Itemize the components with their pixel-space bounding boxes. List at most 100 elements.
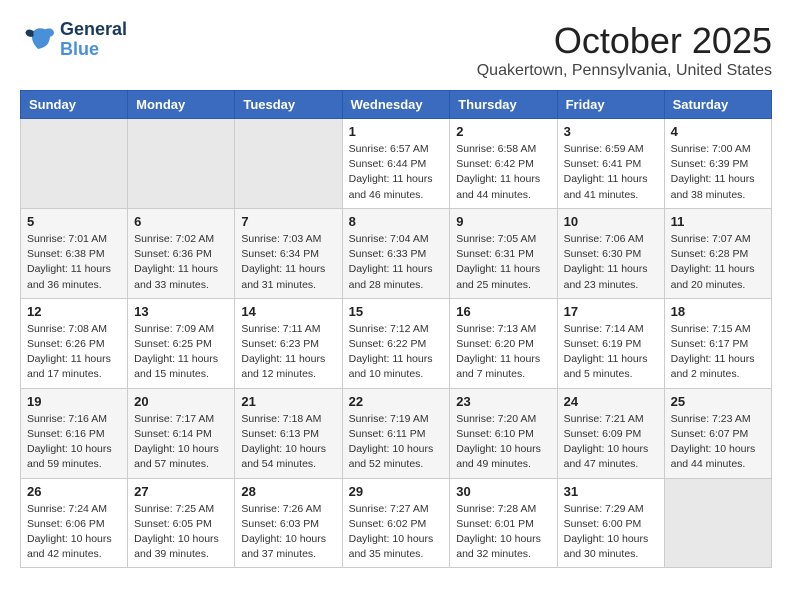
calendar-cell: 13Sunrise: 7:09 AM Sunset: 6:25 PM Dayli… [128,298,235,388]
calendar-cell: 4 Sunrise: 7:00 AM Sunset: 6:39 PM Daylig… [664,119,771,209]
calendar-cell: 5Sunrise: 7:01 AM Sunset: 6:38 PM Daylig… [21,208,128,298]
day-info: Sunrise: 6:58 AM Sunset: 6:42 PM Dayligh… [456,142,550,203]
day-number: 24 [564,394,658,409]
day-info: Sunrise: 7:03 AM Sunset: 6:34 PM Dayligh… [241,232,335,293]
day-info: Sunrise: 7:27 AM Sunset: 6:02 PM Dayligh… [349,502,444,563]
day-info: Sunrise: 7:04 AM Sunset: 6:33 PM Dayligh… [349,232,444,293]
day-info: Sunrise: 7:23 AM Sunset: 6:07 PM Dayligh… [671,412,765,473]
calendar-cell: 6 Sunrise: 7:02 AM Sunset: 6:36 PM Daylig… [128,208,235,298]
col-monday: Monday [128,91,235,119]
day-number: 29 [349,484,444,499]
calendar-cell: 31Sunrise: 7:29 AM Sunset: 6:00 PM Dayli… [557,478,664,568]
col-friday: Friday [557,91,664,119]
day-info: Sunrise: 7:26 AM Sunset: 6:03 PM Dayligh… [241,502,335,563]
calendar-cell: 10Sunrise: 7:06 AM Sunset: 6:30 PM Dayli… [557,208,664,298]
day-info: Sunrise: 7:24 AM Sunset: 6:06 PM Dayligh… [27,502,121,563]
day-number: 6 [134,214,228,229]
day-number: 13 [134,304,228,319]
calendar-cell: 11 Sunrise: 7:07 AM Sunset: 6:28 PM Dayli… [664,208,771,298]
day-info: Sunrise: 7:29 AM Sunset: 6:00 PM Dayligh… [564,502,658,563]
calendar-cell: 14 Sunrise: 7:11 AM Sunset: 6:23 PM Dayli… [235,298,342,388]
col-saturday: Saturday [664,91,771,119]
day-number: 7 [241,214,335,229]
day-info: Sunrise: 7:13 AM Sunset: 6:20 PM Dayligh… [456,322,550,383]
title-block: October 2025 Quakertown, Pennsylvania, U… [477,20,772,80]
calendar-cell: 25 Sunrise: 7:23 AM Sunset: 6:07 PM Dayli… [664,388,771,478]
calendar-cell [235,119,342,209]
day-number: 11 [671,214,765,229]
day-info: Sunrise: 7:02 AM Sunset: 6:36 PM Dayligh… [134,232,228,293]
calendar-cell: 2 Sunrise: 6:58 AM Sunset: 6:42 PM Daylig… [450,119,557,209]
day-info: Sunrise: 7:25 AM Sunset: 6:05 PM Dayligh… [134,502,228,563]
calendar-cell [21,119,128,209]
calendar-cell: 16 Sunrise: 7:13 AM Sunset: 6:20 PM Dayli… [450,298,557,388]
day-number: 4 [671,124,765,139]
day-number: 2 [456,124,550,139]
calendar-cell [128,119,235,209]
day-number: 8 [349,214,444,229]
day-info: Sunrise: 7:20 AM Sunset: 6:10 PM Dayligh… [456,412,550,473]
calendar-cell: 28 Sunrise: 7:26 AM Sunset: 6:03 PM Dayli… [235,478,342,568]
day-info: Sunrise: 7:00 AM Sunset: 6:39 PM Dayligh… [671,142,765,203]
day-number: 26 [27,484,121,499]
day-number: 28 [241,484,335,499]
calendar-week-3: 12 Sunrise: 7:08 AM Sunset: 6:26 PM Dayli… [21,298,772,388]
day-number: 3 [564,124,658,139]
day-info: Sunrise: 7:05 AM Sunset: 6:31 PM Dayligh… [456,232,550,293]
calendar-cell: 30Sunrise: 7:28 AM Sunset: 6:01 PM Dayli… [450,478,557,568]
day-number: 25 [671,394,765,409]
logo-general: General [60,20,127,40]
logo-blue: Blue [60,40,127,60]
col-wednesday: Wednesday [342,91,450,119]
calendar-cell: 27 Sunrise: 7:25 AM Sunset: 6:05 PM Dayli… [128,478,235,568]
month-title: October 2025 [477,20,772,62]
calendar-cell: 26 Sunrise: 7:24 AM Sunset: 6:06 PM Dayli… [21,478,128,568]
day-info: Sunrise: 7:15 AM Sunset: 6:17 PM Dayligh… [671,322,765,383]
day-info: Sunrise: 7:14 AM Sunset: 6:19 PM Dayligh… [564,322,658,383]
day-info: Sunrise: 7:17 AM Sunset: 6:14 PM Dayligh… [134,412,228,473]
day-number: 27 [134,484,228,499]
calendar-cell: 17 Sunrise: 7:14 AM Sunset: 6:19 PM Dayli… [557,298,664,388]
day-number: 19 [27,394,121,409]
calendar-cell [664,478,771,568]
day-info: Sunrise: 7:19 AM Sunset: 6:11 PM Dayligh… [349,412,444,473]
day-info: Sunrise: 7:01 AM Sunset: 6:38 PM Dayligh… [27,232,121,293]
logo-icon [20,22,56,58]
day-number: 15 [349,304,444,319]
day-info: Sunrise: 7:21 AM Sunset: 6:09 PM Dayligh… [564,412,658,473]
calendar-week-1: 1Sunrise: 6:57 AM Sunset: 6:44 PM Daylig… [21,119,772,209]
calendar-cell: 3 Sunrise: 6:59 AM Sunset: 6:41 PM Daylig… [557,119,664,209]
day-number: 17 [564,304,658,319]
logo-text: General Blue [60,20,127,60]
calendar-week-2: 5Sunrise: 7:01 AM Sunset: 6:38 PM Daylig… [21,208,772,298]
day-number: 23 [456,394,550,409]
calendar-cell: 19 Sunrise: 7:16 AM Sunset: 6:16 PM Dayli… [21,388,128,478]
day-number: 9 [456,214,550,229]
logo: General Blue [20,20,127,60]
day-number: 12 [27,304,121,319]
day-number: 30 [456,484,550,499]
day-info: Sunrise: 7:07 AM Sunset: 6:28 PM Dayligh… [671,232,765,293]
col-tuesday: Tuesday [235,91,342,119]
day-info: Sunrise: 6:59 AM Sunset: 6:41 PM Dayligh… [564,142,658,203]
location-subtitle: Quakertown, Pennsylvania, United States [477,62,772,80]
day-info: Sunrise: 7:08 AM Sunset: 6:26 PM Dayligh… [27,322,121,383]
day-number: 22 [349,394,444,409]
calendar-cell: 18Sunrise: 7:15 AM Sunset: 6:17 PM Dayli… [664,298,771,388]
day-number: 21 [241,394,335,409]
calendar-cell: 29 Sunrise: 7:27 AM Sunset: 6:02 PM Dayli… [342,478,450,568]
calendar-cell: 7 Sunrise: 7:03 AM Sunset: 6:34 PM Daylig… [235,208,342,298]
day-number: 16 [456,304,550,319]
day-info: Sunrise: 7:12 AM Sunset: 6:22 PM Dayligh… [349,322,444,383]
calendar-week-5: 26 Sunrise: 7:24 AM Sunset: 6:06 PM Dayli… [21,478,772,568]
day-info: Sunrise: 7:16 AM Sunset: 6:16 PM Dayligh… [27,412,121,473]
calendar-cell: 1Sunrise: 6:57 AM Sunset: 6:44 PM Daylig… [342,119,450,209]
day-number: 14 [241,304,335,319]
calendar-cell: 20Sunrise: 7:17 AM Sunset: 6:14 PM Dayli… [128,388,235,478]
col-thursday: Thursday [450,91,557,119]
calendar-cell: 22 Sunrise: 7:19 AM Sunset: 6:11 PM Dayli… [342,388,450,478]
day-number: 1 [349,124,444,139]
day-info: Sunrise: 7:11 AM Sunset: 6:23 PM Dayligh… [241,322,335,383]
calendar-cell: 23 Sunrise: 7:20 AM Sunset: 6:10 PM Dayli… [450,388,557,478]
calendar-cell: 12 Sunrise: 7:08 AM Sunset: 6:26 PM Dayli… [21,298,128,388]
